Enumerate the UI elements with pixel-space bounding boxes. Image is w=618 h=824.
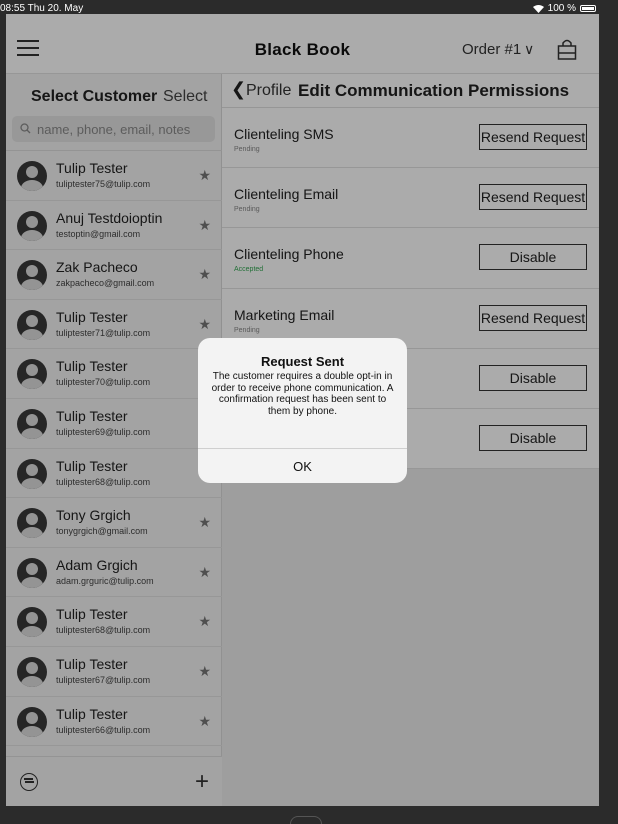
- wifi-icon: [532, 4, 544, 13]
- battery-icon: [580, 5, 596, 12]
- status-time: 08:55 Thu 20. May: [0, 3, 84, 14]
- alert-message: The customer requires a double opt-in in…: [211, 371, 394, 417]
- ok-button[interactable]: OK: [198, 448, 407, 483]
- alert-title: Request Sent: [260, 354, 345, 369]
- app-screen: Black Book Order #1 ∨ Select Customer Se…: [6, 14, 599, 806]
- status-right: 100 %: [532, 3, 596, 14]
- home-indicator: [290, 816, 322, 824]
- battery-percent: 100 %: [547, 3, 576, 14]
- request-sent-alert: Request Sent The customer requires a dou…: [198, 338, 407, 483]
